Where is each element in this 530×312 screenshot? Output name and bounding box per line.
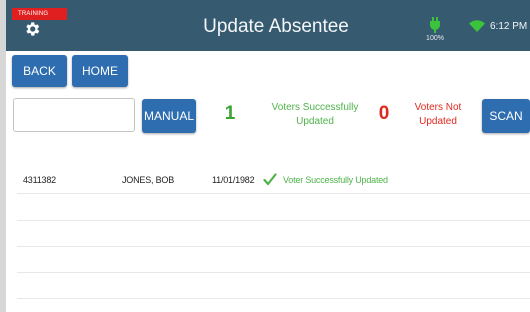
voter-status-cell: Voter Successfully Updated xyxy=(283,175,388,185)
back-button[interactable]: BACK xyxy=(12,55,67,87)
success-count: 1 xyxy=(224,103,236,124)
success-label: Voters Successfully Updated xyxy=(271,102,359,127)
training-badge: TRAINING xyxy=(12,8,67,20)
table-row xyxy=(17,245,530,273)
voter-id-cell: 4311382 xyxy=(23,175,56,185)
fail-count: 0 xyxy=(378,103,390,124)
voter-id-input[interactable] xyxy=(13,98,135,132)
table-row xyxy=(17,219,530,247)
home-button[interactable]: HOME xyxy=(72,55,128,87)
clock-time: 6:12 PM xyxy=(490,21,528,32)
battery-percentage: 100% xyxy=(426,35,444,42)
wifi-icon xyxy=(469,20,485,32)
page-title: Update Absentee xyxy=(203,16,349,37)
gear-icon[interactable] xyxy=(23,20,41,38)
table-row xyxy=(17,193,530,221)
table-row: 4311382 JONES, BOB 11/01/1982 Voter Succ… xyxy=(17,166,530,194)
scan-button[interactable]: SCAN xyxy=(482,99,530,133)
voter-name-cell: JONES, BOB xyxy=(122,175,175,185)
battery-icon xyxy=(430,17,440,33)
table-row xyxy=(17,271,530,299)
app-header: TRAINING Update Absentee 100% 6:12 PM xyxy=(6,0,530,51)
check-icon xyxy=(263,173,277,186)
voter-dob-cell: 11/01/1982 xyxy=(212,175,255,185)
manual-button[interactable]: MANUAL xyxy=(142,99,196,133)
fail-label: Voters Not Updated xyxy=(414,102,462,127)
